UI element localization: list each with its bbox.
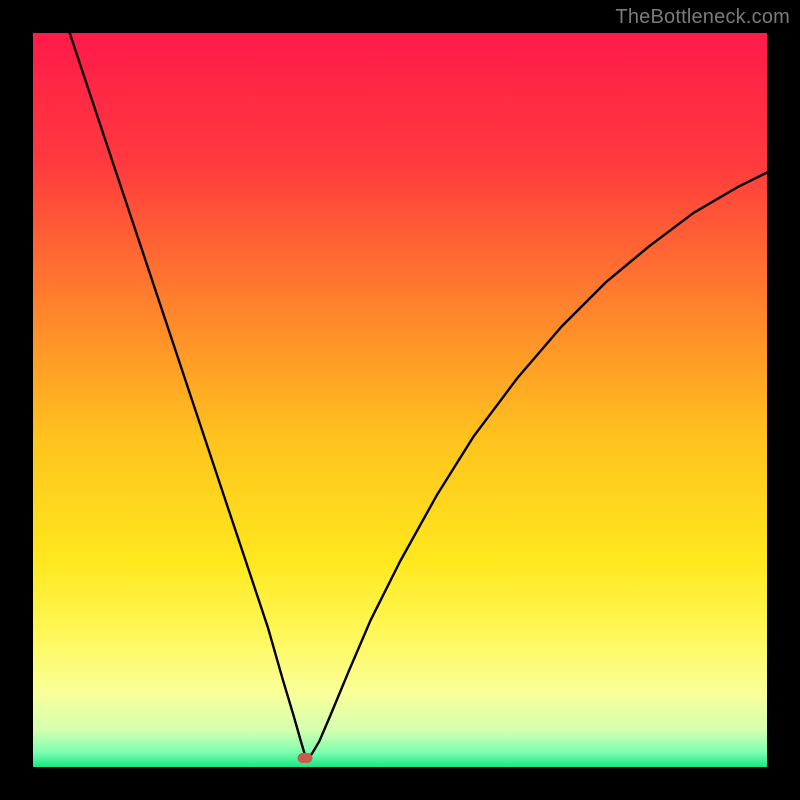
plot-area <box>33 33 767 767</box>
chart-frame: TheBottleneck.com <box>0 0 800 800</box>
optimal-point-marker <box>297 753 312 763</box>
watermark-text: TheBottleneck.com <box>615 6 790 29</box>
bottleneck-curve <box>33 33 767 767</box>
